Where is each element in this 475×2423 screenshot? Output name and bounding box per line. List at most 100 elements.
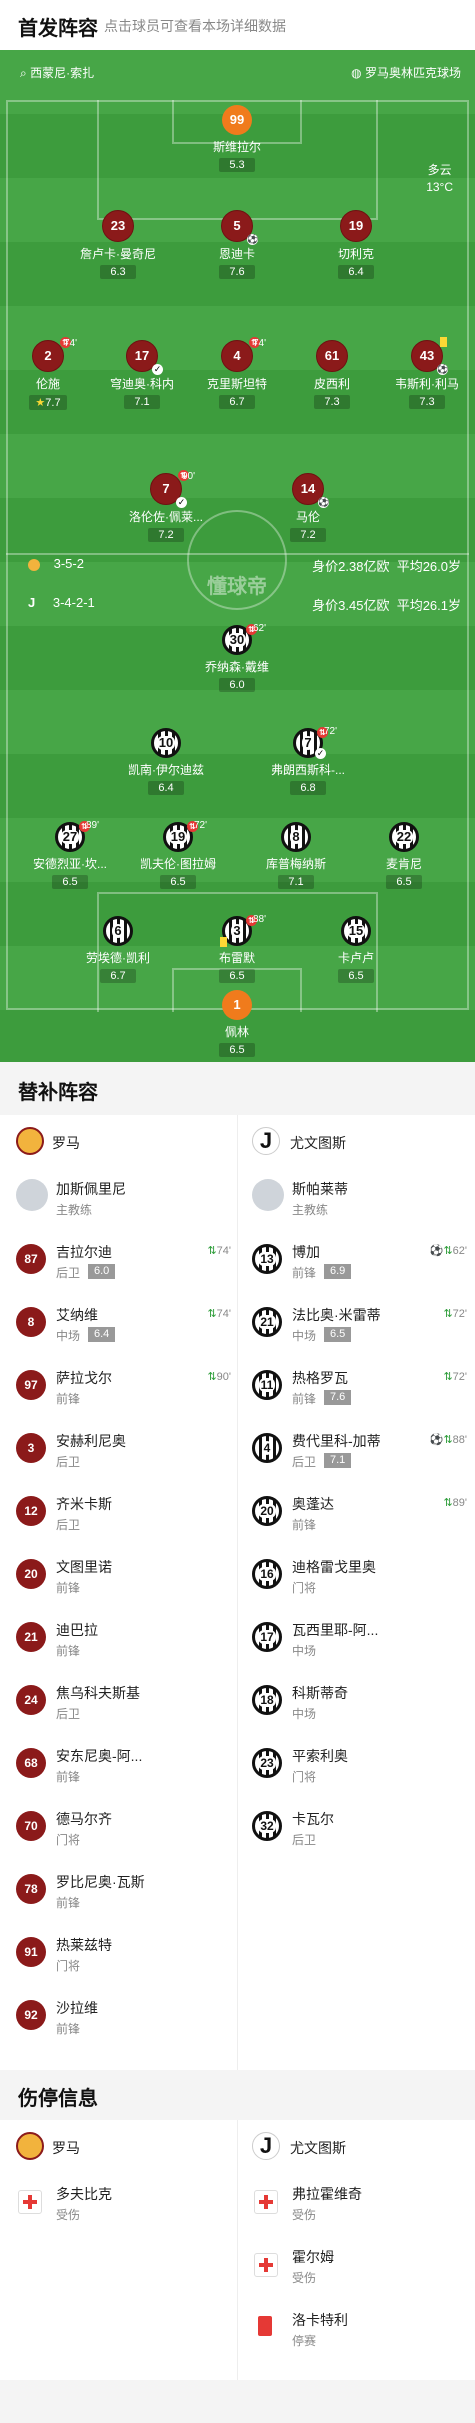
sub-player-away[interactable]: 21 法比奥·米雷蒂 中场 6.5 ⇅72'	[252, 1293, 467, 1355]
sub-player-home[interactable]: 91 热莱兹特 门将	[16, 1923, 231, 1985]
injury-item[interactable]: 弗拉霍维奇 受伤	[252, 2172, 462, 2234]
player-roma[interactable]: 61 皮西利 7.3	[292, 340, 372, 410]
sub-player-home[interactable]: 92 沙拉维 前锋	[16, 1986, 231, 2048]
injury-item[interactable]: 霍尔姆 受伤	[252, 2235, 462, 2297]
sub-minute: 72'	[194, 820, 208, 831]
player-juve[interactable]: 7 ⇅ ✓ 72' 弗朗西斯科-... 6.8	[268, 726, 348, 796]
sub-player-away[interactable]: 11 热格罗瓦 前锋 7.6 ⇅72'	[252, 1356, 467, 1418]
player-roma[interactable]: 2 ⇅ 74' 伦施 ★7.7	[8, 337, 88, 411]
player-roma[interactable]: 14 ⚽ 马伦 7.2	[268, 473, 348, 543]
player-name: 劳埃德·凯利	[86, 951, 150, 965]
player-juve[interactable]: 27 ⇅ 89' 安德烈亚·坎... 6.5	[30, 820, 110, 890]
player-rating: 5.3	[219, 158, 255, 172]
sub-player-away[interactable]: 13 博加 前锋 6.9 ⚽⇅62'	[252, 1230, 467, 1292]
player-roma[interactable]: 5 ⚽ 恩迪卡 7.6	[197, 210, 277, 280]
player-juve[interactable]: 3 ⇅ 88' 布雷默 6.5	[197, 914, 277, 984]
player-name: 卡卢卢	[337, 951, 374, 965]
player-juve[interactable]: 19 ⇅ 72' 凯夫伦·图拉姆 6.5	[138, 820, 218, 890]
jersey-number: 43 ⚽	[411, 337, 448, 375]
assist-icon: ✓	[176, 497, 187, 508]
sub-player-away[interactable]: 20 奥蓬达 前锋 ⇅89'	[252, 1482, 467, 1544]
injury-item[interactable]: 多夫比克 受伤	[16, 2172, 226, 2234]
sub-minute: 72'	[324, 726, 338, 737]
injury-item[interactable]: 洛卡特利 停赛	[252, 2298, 462, 2360]
goal-ball-icon: ⚽	[429, 1245, 444, 1257]
player-name: 洛伦佐·佩莱...	[129, 510, 203, 524]
goal-ball-icon: ⚽	[247, 234, 259, 245]
player-roma[interactable]: 23 詹卢卡·曼奇尼 6.3	[78, 210, 158, 280]
player-juve[interactable]: 30 ⇅ 62' 乔纳森·戴维 6.0	[197, 623, 277, 693]
player-name: 凯夫伦·图拉姆	[140, 857, 216, 871]
sub-minute: 88'	[253, 914, 267, 925]
sub-player-away[interactable]: 4 费代里科-加蒂 后卫 7.1 ⚽⇅88'	[252, 1419, 467, 1481]
player-juve[interactable]: 10 凯南·伊尔迪兹 6.4	[126, 728, 206, 796]
sub-in-icon: ⇅	[443, 1245, 453, 1257]
player-name: 韦斯利·利马	[395, 377, 459, 391]
player-juve[interactable]: 22 麦肯尼 6.5	[364, 822, 444, 890]
avatar	[252, 1179, 284, 1211]
player-name: 凯南·伊尔迪兹	[128, 763, 204, 777]
player-name: 穹迪奥·科内	[110, 377, 174, 391]
sub-player-home[interactable]: 21 迪巴拉 前锋	[16, 1608, 231, 1670]
jersey-number: 7 ⇅ ✓	[293, 727, 328, 759]
away-coach[interactable]: 斯帕莱蒂 主教练	[252, 1167, 462, 1229]
player-roma[interactable]: 17 ✓ 穹迪奥·科内 7.1	[102, 340, 182, 410]
assist-icon: ✓	[315, 748, 326, 759]
subs-title: 替补阵容	[18, 1082, 98, 1104]
sub-player-away[interactable]: 32 卡瓦尔 后卫	[252, 1797, 467, 1859]
player-juve[interactable]: 1 佩林 6.5	[197, 990, 277, 1058]
roma-formation: 3-5-2	[28, 556, 84, 571]
yellow-card-icon	[220, 937, 227, 947]
avatar	[16, 1179, 48, 1211]
sub-in-icon: ⇅	[443, 1308, 453, 1320]
jersey-number: 99	[222, 105, 252, 135]
sub-player-home[interactable]: 20 文图里诺 前锋	[16, 1545, 231, 1607]
sub-in-icon: ⇅	[443, 1371, 453, 1383]
player-roma[interactable]: 19 切利克 6.4	[316, 210, 396, 280]
sub-in-icon: ⇅	[207, 1245, 217, 1257]
sub-player-home[interactable]: 68 安东尼奥-阿... 前锋	[16, 1734, 231, 1796]
sub-player-home[interactable]: 3 安赫利尼奥 后卫	[16, 1419, 231, 1481]
sub-player-away[interactable]: 18 科斯蒂奇 中场	[252, 1671, 467, 1733]
player-roma[interactable]: 43 ⚽ 韦斯利·利马 7.3	[387, 337, 467, 410]
sub-player-home[interactable]: 8 艾纳维 中场 6.4 ⇅74'	[16, 1293, 231, 1355]
sub-player-home[interactable]: 12 齐米卡斯 后卫	[16, 1482, 231, 1544]
sub-player-away[interactable]: 17 瓦西里耶-阿... 中场	[252, 1608, 467, 1670]
player-juve[interactable]: 8 库普梅纳斯 7.1	[256, 822, 336, 890]
lineup-header: 首发阵容 点击球员可查看本场详细数据	[0, 0, 475, 50]
player-rating: 6.3	[100, 265, 136, 279]
player-roma[interactable]: 4 ⇅ 74' 克里斯坦特 6.7	[197, 337, 277, 410]
sub-player-home[interactable]: 87 吉拉尔迪 后卫 6.0 ⇅74'	[16, 1230, 231, 1292]
player-name: 恩迪卡	[218, 247, 255, 261]
player-roma[interactable]: 7 ⇅ ✓ 90' 洛伦佐·佩莱... 7.2	[126, 470, 206, 543]
home-coach[interactable]: 加斯佩里尼 主教练	[16, 1167, 226, 1229]
away-team-name: 尤文图斯	[290, 1135, 346, 1151]
jersey-number: 27 ⇅	[55, 821, 90, 852]
player-juve[interactable]: 6 劳埃德·凯利 6.7	[78, 916, 158, 984]
sub-player-home[interactable]: 24 焦乌科夫斯基 后卫	[16, 1671, 231, 1733]
medical-icon	[254, 2253, 278, 2277]
player-name: 伦施	[35, 377, 60, 391]
player-name: 皮西利	[313, 377, 350, 391]
player-rating: 6.5	[386, 875, 422, 889]
sub-player-home[interactable]: 78 罗比尼奥·瓦斯 前锋	[16, 1860, 231, 1922]
player-roma[interactable]: 99 斯维拉尔 5.3	[197, 105, 277, 173]
sub-in-icon: ⇅	[443, 1497, 453, 1509]
jersey-number: 5 ⚽	[221, 210, 258, 245]
roma-crest-icon	[16, 2132, 44, 2160]
juve-crest-icon: J	[252, 2132, 280, 2160]
sub-in-icon: ⇅	[443, 1434, 453, 1446]
sub-player-home[interactable]: 97 萨拉戈尔 前锋 ⇅90'	[16, 1356, 231, 1418]
injuries-panel: 罗马 J 尤文图斯 多夫比克 受伤 弗拉霍维奇 受伤 霍尔姆 受伤 洛卡特利 停…	[0, 2120, 475, 2380]
player-name: 安德烈亚·坎...	[33, 857, 107, 871]
sub-player-home[interactable]: 70 德马尔齐 门将	[16, 1797, 231, 1859]
player-juve[interactable]: 15 卡卢卢 6.5	[316, 916, 396, 984]
sub-player-away[interactable]: 23 平索利奥 门将	[252, 1734, 467, 1796]
player-rating: 6.5	[160, 875, 196, 889]
juve-crest-icon: J	[252, 1127, 280, 1155]
lineup-hint: 点击球员可查看本场详细数据	[104, 18, 286, 34]
sub-player-away[interactable]: 16 迪格雷戈里奥 门将	[252, 1545, 467, 1607]
star-icon: ★	[35, 397, 46, 409]
medical-icon	[254, 2190, 278, 2214]
player-rating: 6.0	[219, 678, 255, 692]
